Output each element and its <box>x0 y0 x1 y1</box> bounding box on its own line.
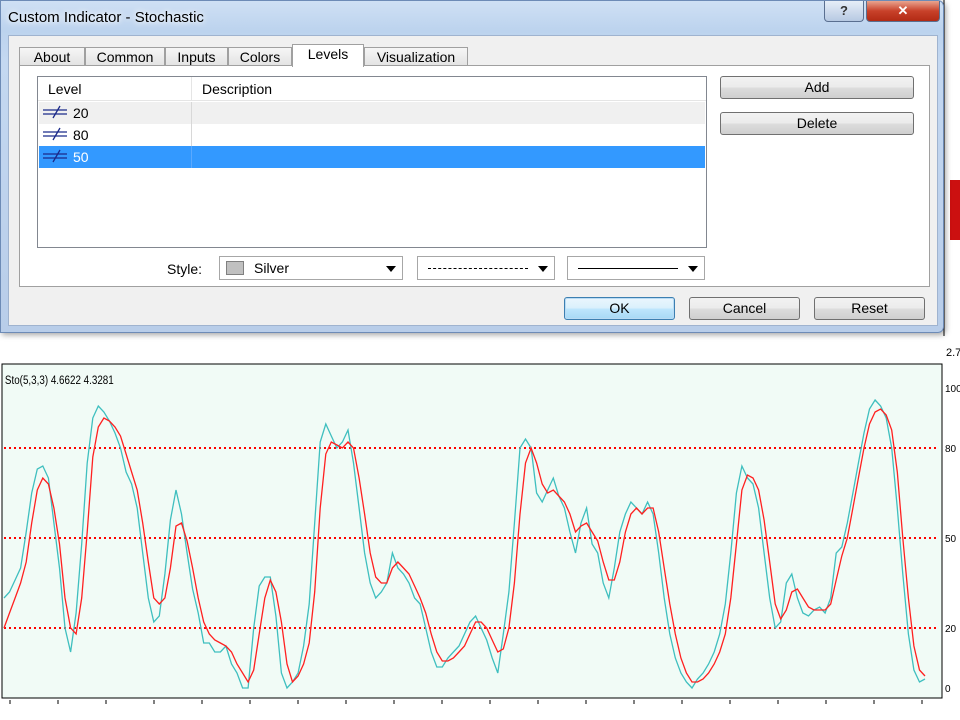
levels-tab-panel: Level Description 20 80 50 Add Delete <box>19 65 930 287</box>
level-row[interactable]: 20 <box>39 102 705 124</box>
reset-button[interactable]: Reset <box>814 297 925 320</box>
delete-button[interactable]: Delete <box>720 112 914 135</box>
tab-inputs[interactable]: Inputs <box>165 47 228 66</box>
level-cell: 80 <box>39 124 192 146</box>
y-tick-label: 100 <box>945 384 960 395</box>
tab-label: Common <box>96 49 154 65</box>
chevron-down-icon <box>386 266 396 272</box>
dialog-title: Custom Indicator - Stochastic <box>8 9 204 26</box>
chevron-down-icon <box>538 266 548 272</box>
cancel-button[interactable]: Cancel <box>689 297 800 320</box>
column-header-description[interactable]: Description <box>192 77 392 101</box>
price-fragment-label: 2.74 <box>946 347 960 359</box>
time-axis <box>0 700 960 720</box>
add-button[interactable]: Add <box>720 76 914 99</box>
tab-label: Levels <box>307 46 349 62</box>
solid-line-icon <box>578 268 678 269</box>
levels-list[interactable]: Level Description 20 80 50 <box>37 76 707 248</box>
color-swatch <box>226 261 244 275</box>
list-header: Level Description <box>38 77 706 101</box>
y-axis-labels: 100 80 50 20 0 <box>945 384 960 695</box>
y-tick-label: 20 <box>945 624 957 635</box>
column-header-level[interactable]: Level <box>38 77 192 101</box>
tab-label: About <box>33 49 71 65</box>
dashed-line-icon <box>428 268 528 269</box>
indicator-window <box>1 363 943 699</box>
line-width-dropdown[interactable] <box>567 256 705 280</box>
style-label: Style: <box>167 261 203 277</box>
tab-label: Colors <box>239 49 281 65</box>
tab-about[interactable]: About <box>19 47 85 66</box>
dialog-client-area: About Common Inputs Colors Levels Visual… <box>8 35 938 326</box>
title-bar[interactable]: Custom Indicator - Stochastic ? ✕ <box>1 1 943 35</box>
indicator-label: Sto(5,3,3) 4.6622 4.3281 <box>5 374 114 387</box>
level-line-icon <box>43 127 67 141</box>
tab-levels[interactable]: Levels <box>292 44 364 67</box>
tab-label: Inputs <box>177 49 216 65</box>
level-value: 20 <box>73 105 89 121</box>
close-button[interactable]: ✕ <box>866 1 940 22</box>
level-value: 80 <box>73 127 89 143</box>
level-line-icon <box>43 105 67 119</box>
custom-indicator-dialog: Custom Indicator - Stochastic ? ✕ About … <box>0 0 944 333</box>
close-icon: ✕ <box>897 3 909 18</box>
level-cell: 20 <box>39 102 192 124</box>
price-candle <box>950 180 960 240</box>
level-value: 50 <box>73 149 89 165</box>
level-line-icon <box>43 149 67 163</box>
y-tick-label: 0 <box>945 684 951 695</box>
chevron-down-icon <box>688 266 698 272</box>
level-cell: 50 <box>39 146 192 168</box>
y-tick-label: 80 <box>945 444 957 455</box>
style-color-dropdown[interactable]: Silver <box>219 256 403 280</box>
tab-common[interactable]: Common <box>85 47 165 66</box>
level-row[interactable]: 80 <box>39 124 705 146</box>
y-tick-label: 50 <box>945 534 957 545</box>
help-button[interactable]: ? <box>824 1 864 22</box>
tab-label: Visualization <box>376 49 456 65</box>
tab-colors[interactable]: Colors <box>228 47 292 66</box>
tab-visualization[interactable]: Visualization <box>364 47 468 66</box>
line-style-dropdown[interactable] <box>417 256 555 280</box>
ok-button[interactable]: OK <box>564 297 675 320</box>
level-row-selected[interactable]: 50 <box>39 146 705 168</box>
color-name: Silver <box>254 260 290 276</box>
help-icon: ? <box>840 3 848 18</box>
